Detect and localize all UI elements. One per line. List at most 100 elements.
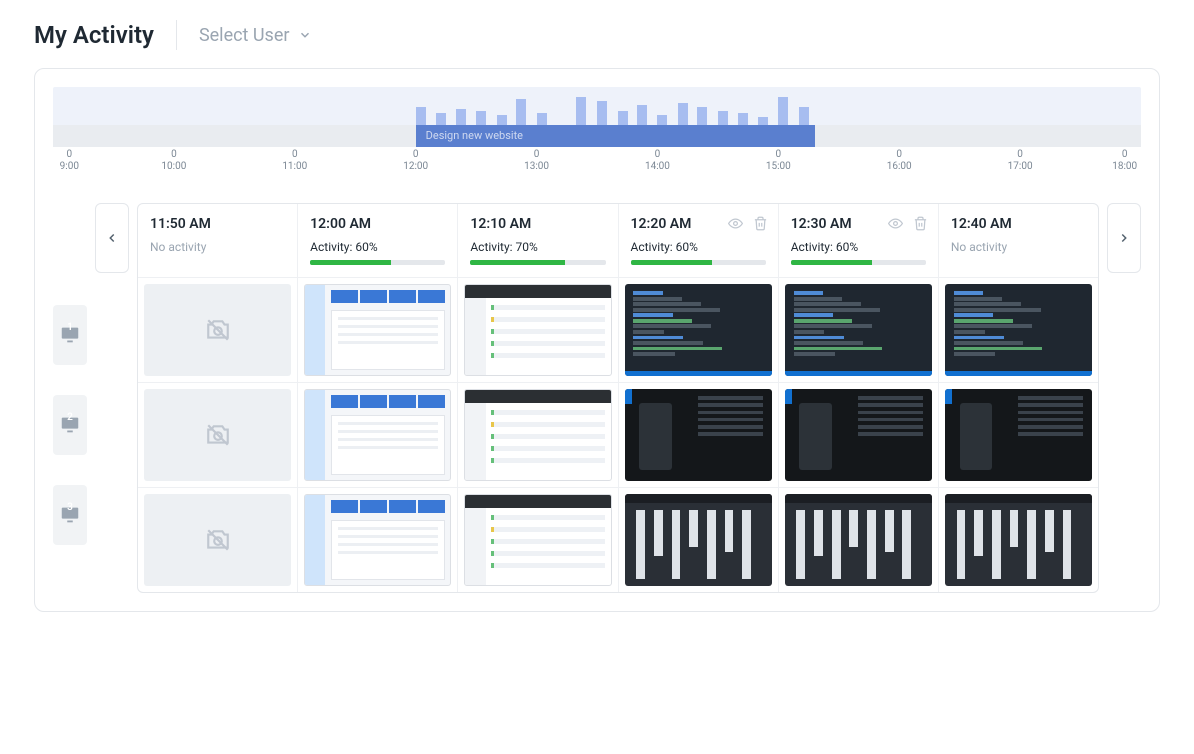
screenshot-thumbnail[interactable] xyxy=(304,284,451,376)
timeline-task-block[interactable]: Design new website xyxy=(416,125,815,147)
thumbnail-cell xyxy=(138,278,297,382)
eye-icon[interactable] xyxy=(728,216,743,231)
grid-header-row: 11:50 AM No activity 12:00 AM Activity: 60%… xyxy=(138,204,1098,277)
screenshot-thumbnail[interactable] xyxy=(785,389,932,481)
timeline-bar xyxy=(537,113,547,125)
activity-progress-fill xyxy=(470,260,565,265)
time-slot-header: 11:50 AM No activity xyxy=(138,204,297,277)
screenshot-thumbnail[interactable] xyxy=(464,494,611,586)
timeline-bar xyxy=(799,107,809,125)
slot-time: 12:00 AM xyxy=(310,216,445,232)
timeline-tick: 012:00 xyxy=(403,149,428,172)
activity-progress xyxy=(470,260,605,265)
activity-label: Activity: 70% xyxy=(470,240,605,254)
select-user-dropdown[interactable]: Select User xyxy=(199,25,312,46)
time-slot-header: 12:20 AM Activity: 60% xyxy=(618,204,778,277)
timeline-bar xyxy=(718,111,728,125)
camera-off-icon xyxy=(205,527,231,553)
screenshot-thumbnail[interactable] xyxy=(625,284,772,376)
thumbnail-cell xyxy=(457,383,617,487)
timeline-bar xyxy=(576,97,586,125)
screenshot-thumbnail[interactable] xyxy=(945,494,1092,586)
grid-screenshot-row xyxy=(138,277,1098,382)
timeline-tick: 016:00 xyxy=(887,149,912,172)
screenshot-thumbnail[interactable] xyxy=(304,494,451,586)
task-label: Design new website xyxy=(426,129,523,142)
timeline-bar xyxy=(738,113,748,125)
thumbnail-cell xyxy=(297,278,457,382)
monitor-label-column: 1 2 3 xyxy=(53,203,87,545)
thumbnail-cell xyxy=(138,383,297,487)
timeline-bar-chart xyxy=(53,87,1141,125)
timeline-bar xyxy=(678,103,688,125)
chevron-left-icon xyxy=(105,231,119,245)
screenshot-thumbnail[interactable] xyxy=(464,389,611,481)
slot-time: 11:50 AM xyxy=(150,216,285,232)
no-activity-label: No activity xyxy=(951,240,1086,254)
screenshot-thumbnail[interactable] xyxy=(945,284,1092,376)
next-button[interactable] xyxy=(1107,203,1141,273)
screenshot-grid: 11:50 AM No activity 12:00 AM Activity: 60%… xyxy=(137,203,1099,593)
timeline-bar xyxy=(657,115,667,125)
no-activity-label: No activity xyxy=(150,240,285,254)
screenshot-grid-wrap: 1 2 3 11:50 AM No activity 12:00 AM Activit… xyxy=(53,203,1141,593)
timeline-bar xyxy=(416,107,426,125)
eye-icon[interactable] xyxy=(888,216,903,231)
activity-label: Activity: 60% xyxy=(310,240,445,254)
screenshot-thumbnail[interactable] xyxy=(304,389,451,481)
timeline-tick: 011:00 xyxy=(282,149,307,172)
chevron-down-icon xyxy=(298,28,312,42)
thumbnail-cell xyxy=(938,488,1098,592)
screenshot-thumbnail[interactable] xyxy=(945,389,1092,481)
thumbnail-cell xyxy=(778,383,938,487)
monitor-number: 2 xyxy=(67,412,73,423)
timeline-bar xyxy=(476,111,486,125)
slot-time: 12:40 AM xyxy=(951,216,1086,232)
activity-progress-fill xyxy=(631,260,712,265)
monitor-badge: 2 xyxy=(53,395,87,455)
time-slot-header: 12:00 AM Activity: 60% xyxy=(297,204,457,277)
timeline-bar xyxy=(597,101,607,125)
chevron-right-icon xyxy=(1117,231,1131,245)
timeline-bar xyxy=(758,117,768,125)
thumbnail-cell xyxy=(618,488,778,592)
time-slot-header: 12:40 AM No activity xyxy=(938,204,1098,277)
timeline-bar xyxy=(516,99,526,125)
page-title: My Activity xyxy=(34,21,154,49)
activity-progress xyxy=(791,260,926,265)
prev-button[interactable] xyxy=(95,203,129,273)
screenshot-empty xyxy=(144,494,291,586)
screenshot-thumbnail[interactable] xyxy=(464,284,611,376)
timeline-bar xyxy=(778,97,788,125)
activity-progress xyxy=(310,260,445,265)
screenshot-thumbnail[interactable] xyxy=(785,494,932,586)
screenshot-thumbnail[interactable] xyxy=(625,494,772,586)
screenshot-thumbnail[interactable] xyxy=(625,389,772,481)
trash-icon[interactable] xyxy=(913,216,928,231)
page-header: My Activity Select User xyxy=(34,20,1160,50)
timeline-tick: 09:00 xyxy=(60,149,79,172)
timeline-tick: 014:00 xyxy=(645,149,670,172)
thumbnail-cell xyxy=(778,278,938,382)
timeline-bar xyxy=(618,111,628,125)
thumbnail-cell xyxy=(938,278,1098,382)
timeline-axis: 09:00010:00011:00012:00013:00014:00015:0… xyxy=(53,149,1141,179)
activity-label: Activity: 60% xyxy=(791,240,926,254)
timeline-tick: 018:00 xyxy=(1112,149,1137,172)
slot-time: 12:10 AM xyxy=(470,216,605,232)
trash-icon[interactable] xyxy=(753,216,768,231)
thumbnail-cell xyxy=(297,488,457,592)
screenshot-thumbnail[interactable] xyxy=(785,284,932,376)
screenshot-empty xyxy=(144,284,291,376)
timeline-tick: 013:00 xyxy=(524,149,549,172)
timeline-tick: 015:00 xyxy=(766,149,791,172)
timeline-bar xyxy=(697,107,707,125)
monitor-badge: 1 xyxy=(53,305,87,365)
timeline-bar xyxy=(436,113,446,125)
monitor-number: 1 xyxy=(67,322,73,333)
thumbnail-cell xyxy=(457,488,617,592)
select-user-label: Select User xyxy=(199,25,290,46)
activity-panel: Design new website 09:00010:00011:00012:… xyxy=(34,68,1160,612)
thumbnail-cell xyxy=(297,383,457,487)
timeline: Design new website 09:00010:00011:00012:… xyxy=(53,87,1141,179)
